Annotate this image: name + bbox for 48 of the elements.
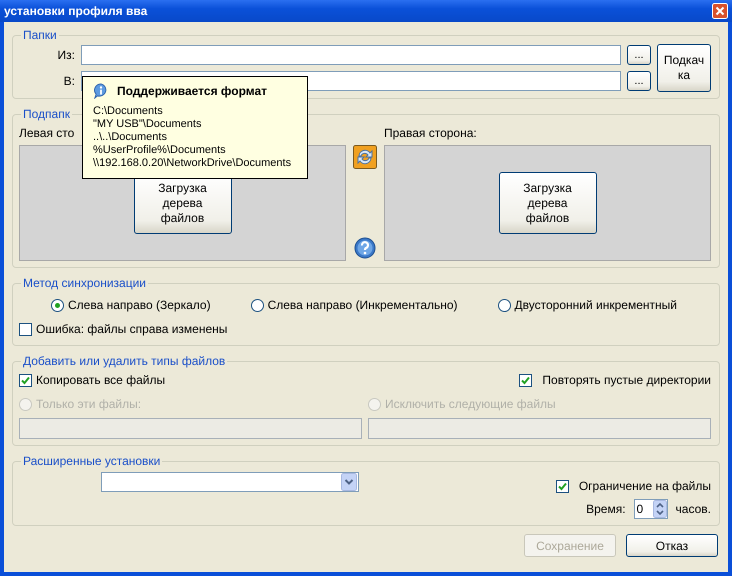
path-example: \\192.168.0.20\NetworkDrive\Documents xyxy=(93,157,292,170)
spinner-arrows-icon[interactable] xyxy=(652,500,667,518)
group-title: Расширенные установки xyxy=(22,454,162,468)
close-icon[interactable] xyxy=(712,3,728,19)
radio-button[interactable] xyxy=(51,298,64,312)
option-label: Слева направо (Зеркало) xyxy=(68,298,211,312)
checkbox-label: Повторять пустые директории xyxy=(542,373,711,387)
group-title: Метод синхронизации xyxy=(22,276,147,290)
option-label: Слева направо (Инкрементально) xyxy=(268,298,458,312)
path-example: ..\..\Documents xyxy=(93,131,168,144)
from-field[interactable] xyxy=(81,45,621,65)
dialog-button: Сохранение xyxy=(524,534,616,557)
swap-button[interactable]: Подкачка xyxy=(657,44,711,92)
right-side-label: Правая сторона: xyxy=(384,126,477,140)
info-icon xyxy=(93,83,109,99)
radio-button[interactable] xyxy=(250,298,264,312)
group-title: Папки xyxy=(22,28,58,42)
checkbox[interactable] xyxy=(556,480,569,492)
browse-button[interactable]: ... xyxy=(627,45,651,65)
hours-unit: часов. xyxy=(676,502,711,516)
checkbox-label: Ошибка: файлы справа изменены xyxy=(36,322,228,336)
path-example: "MY USB"\Documents xyxy=(93,118,202,131)
checkbox-label: Копировать все файлы xyxy=(36,373,166,387)
help-icon[interactable] xyxy=(354,237,376,259)
hours-spinner[interactable]: 0 xyxy=(634,499,668,519)
checkbox[interactable] xyxy=(19,322,32,336)
to-label: В: xyxy=(62,74,75,88)
load-tree-button[interactable]: Загрузка дерева файлов xyxy=(498,172,596,234)
option-label: Исключить следующие файлы xyxy=(385,397,556,411)
browse-button[interactable]: ... xyxy=(627,71,651,91)
swap-icon[interactable] xyxy=(353,145,377,169)
from-label: Из: xyxy=(56,48,75,62)
path-example: C:\Documents xyxy=(93,105,164,118)
checkbox-label: Ограничение на файлы xyxy=(578,479,711,493)
radio-button[interactable] xyxy=(498,298,511,312)
group-title: Добавить или удалить типы файлов xyxy=(22,354,226,368)
checkbox[interactable] xyxy=(19,374,32,386)
option-label: Только эти файлы: xyxy=(36,397,142,411)
tooltip-title: Поддерживается формат xyxy=(117,84,268,98)
time-label: Время: xyxy=(586,502,626,516)
option-label: Двусторонний инкрементный xyxy=(514,298,677,312)
dropdown[interactable] xyxy=(101,472,359,492)
dialog-button[interactable]: Отказ xyxy=(626,534,718,557)
path-example: %UserProfile%\Documents xyxy=(93,144,227,157)
group-title: Подпапк xyxy=(22,107,71,121)
left-side-label: Левая сто xyxy=(19,126,74,140)
checkbox[interactable] xyxy=(519,374,532,386)
window-title: установки профиля вва xyxy=(4,4,148,18)
